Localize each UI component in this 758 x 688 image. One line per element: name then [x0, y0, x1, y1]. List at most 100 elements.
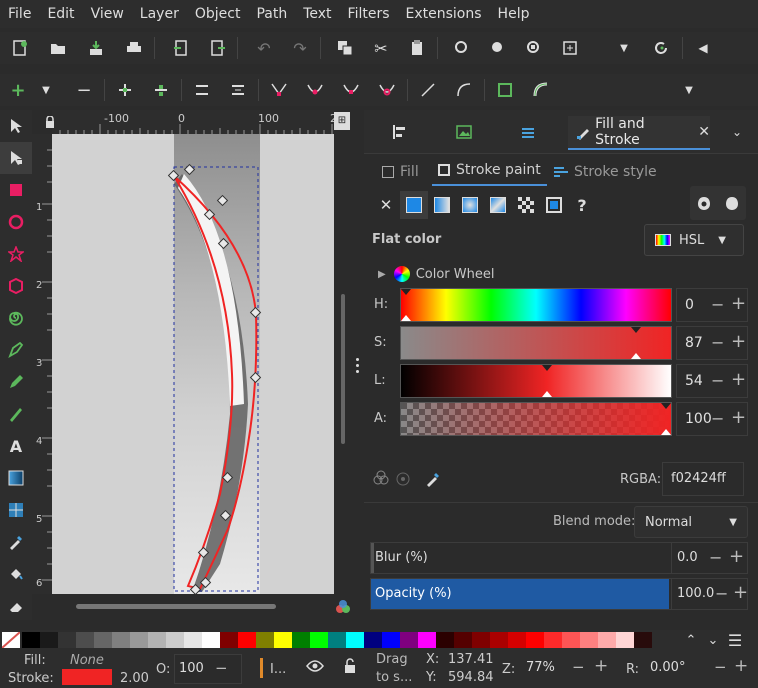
eraser-tool-icon[interactable]: [0, 590, 32, 622]
ellipse-tool-icon[interactable]: [0, 206, 32, 238]
menu-path[interactable]: Path: [248, 0, 295, 28]
more-controls-chevron-down-icon[interactable]: ▼: [675, 76, 703, 104]
menu-layer[interactable]: Layer: [132, 0, 187, 28]
alpha-slider[interactable]: [400, 402, 672, 436]
calligraphy-tool-icon[interactable]: [0, 398, 32, 430]
palette-swatch[interactable]: [94, 632, 112, 648]
dock-menu-chevron-down-icon[interactable]: ⌄: [722, 110, 752, 154]
zoom-input[interactable]: 77% − +: [520, 654, 614, 684]
redo-icon[interactable]: ↷: [286, 34, 314, 62]
decrement-icon[interactable]: −: [711, 333, 724, 352]
node-smooth-icon[interactable]: [301, 76, 329, 104]
menu-extensions[interactable]: Extensions: [398, 0, 490, 28]
saturation-input[interactable]: 87− +: [676, 326, 748, 360]
vertical-scrollbar[interactable]: [334, 134, 352, 594]
palette-scroll-up-icon[interactable]: ⌃: [680, 633, 702, 648]
alpha-input[interactable]: 100− +: [676, 402, 748, 436]
fill-value[interactable]: None: [70, 653, 104, 668]
menu-text[interactable]: Text: [295, 0, 339, 28]
fill-rule-evenodd-icon[interactable]: [690, 189, 718, 217]
fill-rule-nonzero-icon[interactable]: [718, 189, 746, 217]
print-icon[interactable]: [120, 34, 148, 62]
palette-menu-icon[interactable]: ☰: [724, 631, 746, 650]
color-management-icon[interactable]: [334, 598, 352, 616]
menu-filters[interactable]: Filters: [340, 0, 398, 28]
palette-swatch[interactable]: [256, 632, 274, 648]
dock-splitter[interactable]: [352, 110, 364, 620]
text-tool-icon[interactable]: A: [0, 430, 32, 462]
increment-icon[interactable]: +: [733, 582, 748, 603]
zoom-drawing-icon[interactable]: [484, 34, 512, 62]
rectangle-tool-icon[interactable]: [0, 174, 32, 206]
palette-swatch[interactable]: [616, 632, 634, 648]
layers-icon[interactable]: [512, 110, 544, 154]
tab-stroke-style[interactable]: Stroke style: [554, 162, 657, 182]
dropper-tool-icon[interactable]: [0, 526, 32, 558]
blur-spinbutton[interactable]: Blur (%) 0.0 − +: [370, 542, 748, 574]
flat-color-icon[interactable]: [400, 191, 428, 219]
status-opacity-input[interactable]: 100 −: [174, 654, 242, 684]
palette-swatch[interactable]: [328, 632, 346, 648]
gradient-tool-icon[interactable]: [0, 462, 32, 494]
tab-stroke-paint[interactable]: Stroke paint: [432, 156, 547, 186]
palette-swatch[interactable]: [580, 632, 598, 648]
spiral-tool-icon[interactable]: [0, 302, 32, 334]
insert-node-dropdown-icon[interactable]: ▼: [32, 76, 60, 104]
lightness-input[interactable]: 54− +: [676, 364, 748, 398]
palette-scroll-down-icon[interactable]: ⌄: [702, 633, 724, 648]
stroke-swatch[interactable]: [62, 669, 112, 685]
toggle-commands-bar-icon[interactable]: ◀: [689, 34, 717, 62]
join-endnodes-segment-icon[interactable]: [188, 76, 216, 104]
palette-swatch[interactable]: [184, 632, 202, 648]
increment-icon[interactable]: +: [729, 546, 744, 567]
horizontal-scrollbar[interactable]: [52, 594, 350, 620]
palette-swatch[interactable]: [202, 632, 220, 648]
palette-swatch[interactable]: [598, 632, 616, 648]
menu-file[interactable]: File: [0, 0, 39, 28]
increment-icon[interactable]: +: [731, 369, 746, 390]
visibility-eye-icon[interactable]: [306, 659, 324, 677]
rotate-canvas-icon[interactable]: [648, 34, 676, 62]
zoom-selection-icon[interactable]: [448, 34, 476, 62]
palette-swatch[interactable]: [166, 632, 184, 648]
pencil-tool-icon[interactable]: [0, 366, 32, 398]
layer-name[interactable]: I...: [270, 662, 286, 677]
color-wheel-expander[interactable]: ▶ Color Wheel: [378, 264, 494, 284]
increment-icon[interactable]: +: [731, 293, 746, 314]
rotate-cw-icon[interactable]: +: [734, 656, 748, 676]
palette-swatch[interactable]: [274, 632, 292, 648]
menu-object[interactable]: Object: [187, 0, 249, 28]
close-tab-icon[interactable]: ✕: [698, 124, 710, 140]
join-nodes-icon[interactable]: [111, 76, 139, 104]
selector-tool-icon[interactable]: [0, 110, 32, 142]
duplicate-icon[interactable]: [331, 34, 359, 62]
palette-swatch[interactable]: [472, 632, 490, 648]
save-icon[interactable]: [82, 34, 110, 62]
palette-swatch[interactable]: [418, 632, 436, 648]
more-commands-chevron-down-icon[interactable]: ▼: [610, 34, 638, 62]
new-document-icon[interactable]: [6, 34, 34, 62]
decrement-icon[interactable]: −: [709, 548, 722, 567]
3d-box-tool-icon[interactable]: [0, 270, 32, 302]
linear-gradient-icon[interactable]: [428, 191, 456, 219]
palette-swatch[interactable]: [454, 632, 472, 648]
paste-icon[interactable]: [403, 34, 431, 62]
mesh-gradient-icon[interactable]: [484, 191, 512, 219]
node-symmetric-icon[interactable]: [337, 76, 365, 104]
palette-swatch[interactable]: [508, 632, 526, 648]
rotation-input[interactable]: 0.00° − +: [644, 654, 754, 684]
export-image-icon[interactable]: [448, 110, 480, 154]
menu-edit[interactable]: Edit: [39, 0, 82, 28]
delete-segment-icon[interactable]: [224, 76, 252, 104]
increment-icon[interactable]: +: [731, 331, 746, 352]
menu-help[interactable]: Help: [490, 0, 538, 28]
break-path-icon[interactable]: [147, 76, 175, 104]
star-tool-icon[interactable]: [0, 238, 32, 270]
palette-swatch[interactable]: [238, 632, 256, 648]
decrement-icon[interactable]: −: [711, 295, 724, 314]
color-model-select[interactable]: HSL ▼: [644, 224, 744, 256]
palette-swatch[interactable]: [292, 632, 310, 648]
no-paint-swatch[interactable]: [2, 632, 20, 648]
cut-icon[interactable]: ✂: [367, 34, 395, 62]
hue-input[interactable]: 0 − +: [676, 288, 748, 322]
